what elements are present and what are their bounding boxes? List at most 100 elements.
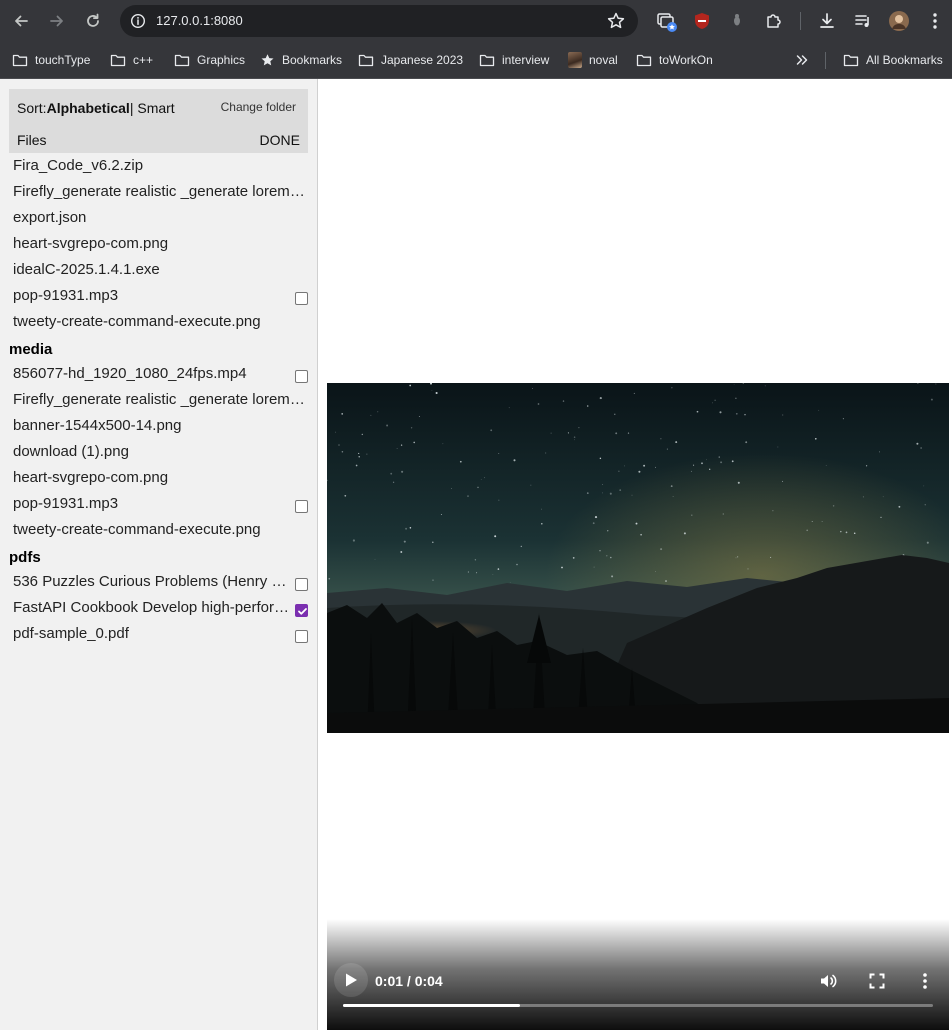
file-checkbox[interactable]: [295, 292, 308, 305]
file-name[interactable]: tweety-create-command-execute.png: [13, 313, 305, 330]
sort-smart-option[interactable]: Smart: [133, 100, 174, 116]
bookmark-label: Bookmarks: [282, 53, 343, 67]
address-bar[interactable]: 127.0.0.1:8080: [120, 5, 638, 37]
file-row[interactable]: heart-svgrepo-com.png: [0, 231, 318, 257]
bookmark-graphics[interactable]: Graphics: [174, 50, 245, 70]
file-row[interactable]: pdf-sample_0.pdf: [0, 621, 318, 647]
video-more-options-icon[interactable]: [914, 970, 936, 992]
play-button[interactable]: [334, 963, 368, 997]
file-row[interactable]: pop-91931.mp3: [0, 283, 318, 309]
browser-menu-icon[interactable]: [923, 9, 947, 33]
video-player[interactable]: 0:01 / 0:04: [327, 79, 949, 1030]
file-list: Fira_Code_v6.2.zip Firefly_generate reali…: [0, 153, 318, 647]
browser-toolbar: 127.0.0.1:8080: [0, 0, 952, 42]
star-dot: [806, 529, 809, 532]
back-button[interactable]: [9, 9, 33, 33]
file-name[interactable]: banner-1544x500-14.png: [13, 417, 305, 434]
video-frame[interactable]: [327, 383, 949, 733]
file-name[interactable]: export.json: [13, 209, 305, 226]
bookmark-noval[interactable]: noval: [568, 50, 618, 70]
file-name[interactable]: FastAPI Cookbook Develop high-performanc…: [13, 599, 289, 616]
file-row[interactable]: banner-1544x500-14.png: [0, 413, 318, 439]
star-dot: [614, 413, 616, 415]
file-name[interactable]: Fira_Code_v6.2.zip: [13, 157, 305, 174]
file-row[interactable]: Fira_Code_v6.2.zip: [0, 153, 318, 179]
file-checkbox[interactable]: [295, 370, 308, 383]
star-dot: [477, 486, 479, 489]
file-row[interactable]: Firefly_generate realistic _generate lor…: [0, 179, 318, 205]
file-name[interactable]: pop-91931.mp3: [13, 287, 289, 304]
file-checkbox-checked[interactable]: [295, 604, 308, 617]
sort-alphabetical-option[interactable]: Alphabetical: [47, 100, 130, 116]
more-bookmarks-chevron-icon[interactable]: [795, 50, 809, 70]
file-row[interactable]: 856077-hd_1920_1080_24fps.mp4: [0, 361, 318, 387]
bookmark-star-icon[interactable]: [606, 11, 626, 31]
file-row[interactable]: heart-svgrepo-com.png: [0, 465, 318, 491]
bookmark-interview[interactable]: interview: [479, 50, 549, 70]
file-name[interactable]: heart-svgrepo-com.png: [13, 469, 305, 486]
star-dot: [432, 541, 434, 543]
file-row[interactable]: tweety-create-command-execute.png: [0, 309, 318, 335]
fullscreen-icon[interactable]: [866, 970, 888, 992]
star-dot: [352, 539, 355, 542]
star-dot: [920, 447, 922, 449]
sort-control: Sort:Alphabetical| Smart: [17, 100, 175, 116]
star-dot: [627, 432, 630, 434]
bookmark-japanese-2023[interactable]: Japanese 2023: [358, 50, 463, 70]
file-checkbox[interactable]: [295, 578, 308, 591]
folder-icon: [358, 54, 374, 67]
video-progress-track[interactable]: [343, 1004, 933, 1007]
volume-icon[interactable]: [817, 970, 839, 992]
shield-extension-icon[interactable]: [690, 9, 714, 33]
star-dot: [926, 541, 929, 544]
file-name[interactable]: 536 Puzzles Curious Problems (Henry Dude…: [13, 573, 289, 590]
file-name[interactable]: Firefly_generate realistic _generate lor…: [13, 183, 305, 200]
file-row[interactable]: FastAPI Cookbook Develop high-performanc…: [0, 595, 318, 621]
star-dot: [366, 453, 368, 455]
file-row[interactable]: 536 Puzzles Curious Problems (Henry Dude…: [0, 569, 318, 595]
done-button[interactable]: DONE: [260, 132, 300, 148]
profile-avatar[interactable]: [887, 9, 911, 33]
file-row[interactable]: tweety-create-command-execute.png: [0, 517, 318, 543]
star-dot: [660, 548, 663, 551]
media-controls-icon[interactable]: [851, 9, 875, 33]
star-dot: [594, 516, 598, 519]
file-sidebar: Sort:Alphabetical| Smart Change folder F…: [0, 79, 318, 1030]
site-info-icon[interactable]: [128, 11, 148, 31]
folder-heading[interactable]: pdfs: [0, 543, 318, 569]
file-checkbox[interactable]: [295, 630, 308, 643]
star-dot: [747, 568, 749, 570]
file-name[interactable]: tweety-create-command-execute.png: [13, 521, 305, 538]
file-name[interactable]: heart-svgrepo-com.png: [13, 235, 305, 252]
all-bookmarks-button[interactable]: All Bookmarks: [843, 50, 943, 70]
bookmark-toworkon[interactable]: toWorkOn: [636, 50, 713, 70]
forward-arrow-icon: [50, 15, 63, 27]
file-name[interactable]: pdf-sample_0.pdf: [13, 625, 289, 642]
extensions-puzzle-icon[interactable]: [762, 9, 786, 33]
bookmark-bookmarks[interactable]: Bookmarks: [260, 50, 342, 70]
file-name[interactable]: idealC-2025.1.4.1.exe: [13, 261, 305, 278]
file-row[interactable]: idealC-2025.1.4.1.exe: [0, 257, 318, 283]
file-row[interactable]: export.json: [0, 205, 318, 231]
file-checkbox[interactable]: [295, 500, 308, 513]
file-name[interactable]: pop-91931.mp3: [13, 495, 289, 512]
file-name[interactable]: download (1).png: [13, 443, 305, 460]
bookmark-cpp[interactable]: c++: [110, 50, 153, 70]
change-folder-button[interactable]: Change folder: [221, 100, 296, 114]
file-row[interactable]: Firefly_generate realistic _generate lor…: [0, 387, 318, 413]
folder-icon: [636, 54, 652, 67]
extension-puzzle-mini-icon[interactable]: [725, 9, 749, 33]
bookmark-label: Graphics: [197, 53, 246, 67]
reload-button[interactable]: [81, 9, 105, 33]
star-dot: [623, 465, 625, 467]
forward-button[interactable]: [45, 9, 69, 33]
file-name[interactable]: Firefly_generate realistic _generate lor…: [13, 391, 305, 408]
downloads-icon[interactable]: [815, 9, 839, 33]
tab-search-extension-icon[interactable]: [655, 9, 679, 33]
file-name[interactable]: 856077-hd_1920_1080_24fps.mp4: [13, 365, 289, 382]
folder-heading[interactable]: media: [0, 335, 318, 361]
file-row[interactable]: download (1).png: [0, 439, 318, 465]
bookmark-touchtype[interactable]: touchType: [12, 50, 90, 70]
bookmark-label: interview: [502, 53, 550, 67]
file-row[interactable]: pop-91931.mp3: [0, 491, 318, 517]
